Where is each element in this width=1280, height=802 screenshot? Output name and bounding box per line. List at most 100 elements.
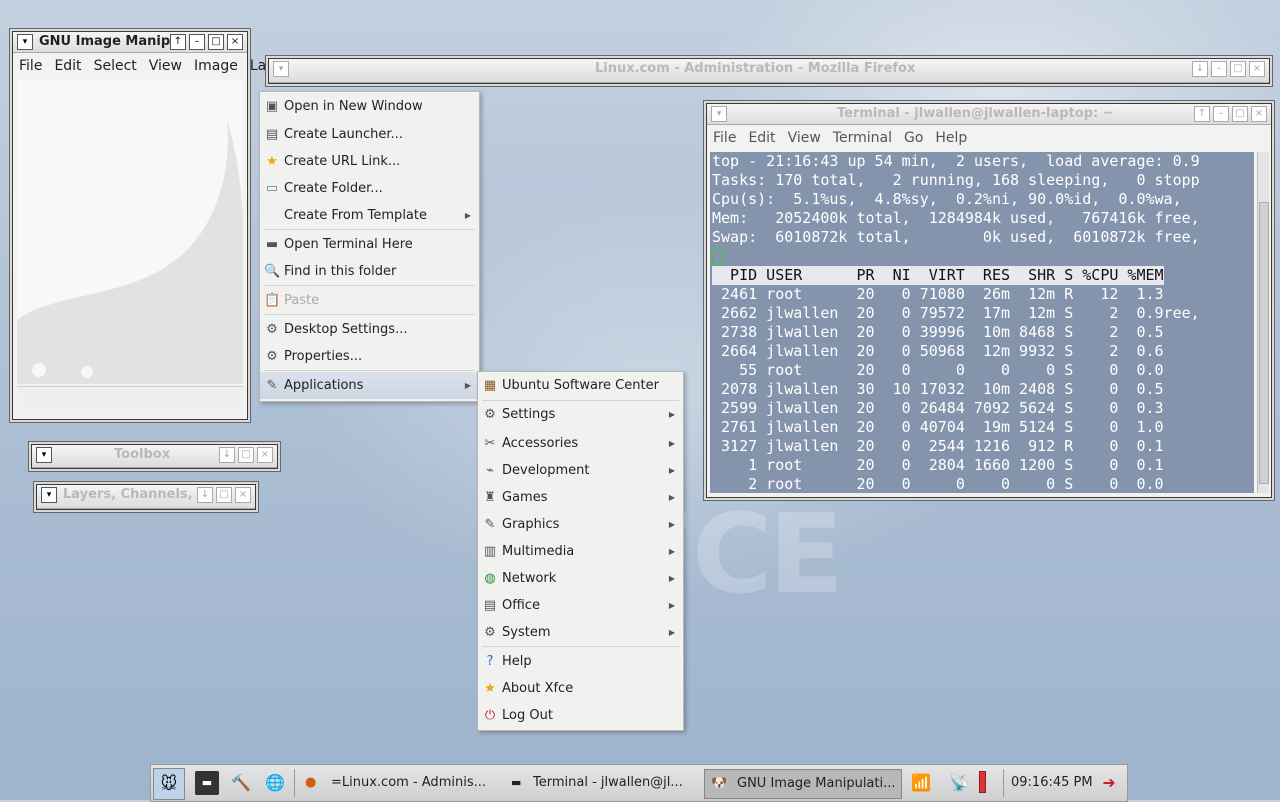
minimize-button[interactable]: –	[189, 34, 205, 50]
network-icon: ◍	[484, 571, 496, 586]
desktop-menu-item-open-in-new-window[interactable]: ▣ Open in New Window	[260, 93, 479, 120]
menu-go[interactable]: Go	[898, 127, 929, 149]
terminal-screen[interactable]: top - 21:16:43 up 54 min, 2 users, load …	[710, 152, 1254, 493]
close-button[interactable]: ×	[1251, 106, 1267, 122]
maximize-button[interactable]: □	[1230, 61, 1246, 77]
gimp-titlebar[interactable]: ▾ GNU Image Manipu ↑ – □ ×	[13, 32, 247, 53]
apps-menu-item-system[interactable]: ⚙ System ▶	[478, 619, 683, 646]
panel-separator	[1003, 769, 1004, 797]
desktop-menu-item-applications[interactable]: ✎ Applications ▶	[260, 372, 479, 399]
shade-button[interactable]: ↓	[197, 487, 213, 503]
shade-button[interactable]: ↓	[219, 447, 235, 463]
close-button[interactable]: ×	[1249, 61, 1265, 77]
menu-terminal[interactable]: Terminal	[827, 127, 898, 149]
shade-button[interactable]: ↓	[1192, 61, 1208, 77]
apps-menu-item-network[interactable]: ◍ Network ▶	[478, 565, 683, 592]
apps-menu-item-development[interactable]: ⌁ Development ▶	[478, 457, 683, 484]
menu-edit[interactable]: Edit	[48, 56, 87, 76]
wifi-icon[interactable]: 📶	[909, 771, 933, 795]
apps-menu-item-settings[interactable]: ⚙ Settings ▶	[478, 401, 683, 428]
menu-item-label: Network	[502, 571, 557, 586]
task-firefox[interactable]: ● =Linux.com - Adminis...	[301, 769, 497, 797]
apps-menu-item-ubuntu-software-center[interactable]: ▦ Ubuntu Software Center	[478, 372, 683, 399]
menu-select[interactable]: Select	[88, 56, 143, 76]
menu-item-label: Settings	[502, 407, 556, 422]
toolbox-titlebar[interactable]: ▾ Toolbox ↓ □ ×	[32, 445, 277, 468]
task-gimp[interactable]: 🐶 GNU Image Manipulati...	[704, 769, 902, 799]
desktop-menu-item-create-folder[interactable]: ▭ Create Folder...	[260, 175, 479, 202]
network-antenna-icon[interactable]: 📡	[947, 771, 971, 795]
desktop-menu-item-create-launcher[interactable]: ▤ Create Launcher...	[260, 121, 479, 148]
maximize-button[interactable]: □	[208, 34, 224, 50]
process-row: 2461 root 20 0 71080 26m 12m R 12 1.3	[712, 285, 1164, 303]
window-menu-button[interactable]: ▾	[41, 487, 57, 503]
scrollbar-thumb[interactable]	[1259, 202, 1269, 484]
browser-launcher-icon[interactable]: 🌐	[263, 771, 287, 795]
maximize-button[interactable]: □	[1232, 106, 1248, 122]
apps-menu-item-about-xfce[interactable]: ★ About Xfce	[478, 675, 683, 702]
apps-menu-item-games[interactable]: ♜ Games ▶	[478, 484, 683, 511]
swap-line: Swap: 6010872k total, 0k used, 6010872k …	[712, 228, 1200, 246]
logout-icon: ⏻	[484, 708, 496, 723]
desktop-menu-item-create-url-link[interactable]: ★ Create URL Link...	[260, 148, 479, 175]
terminal-scrollbar[interactable]	[1257, 152, 1269, 493]
menu-edit[interactable]: Edit	[742, 127, 781, 149]
gimp-canvas[interactable]	[17, 80, 243, 384]
apps-menu-item-help[interactable]: ? Help	[478, 648, 683, 675]
menu-item-label: Create From Template	[284, 208, 427, 223]
toolbox-window: ▾ Toolbox ↓ □ ×	[31, 444, 278, 469]
firefox-window: ▾ Linux.com - Administration - Mozilla F…	[268, 58, 1270, 84]
gimp-icon: 🐶	[711, 776, 728, 791]
maximize-button[interactable]: □	[238, 447, 254, 463]
desktop-menu-item-paste[interactable]: 📋 Paste	[260, 287, 479, 314]
menu-view[interactable]: View	[782, 127, 827, 149]
menu-image[interactable]: Image	[188, 56, 244, 76]
menu-help[interactable]: Help	[929, 127, 973, 149]
office-icon: ▤	[483, 598, 497, 613]
window-menu-button[interactable]: ▾	[17, 34, 33, 50]
apps-menu-item-office[interactable]: ▤ Office ▶	[478, 592, 683, 619]
menu-item-label: Office	[502, 598, 540, 613]
task-terminal[interactable]: ▬ Terminal - jlwallen@jl...	[503, 769, 699, 797]
window-menu-button[interactable]: ▾	[711, 106, 727, 122]
firefox-titlebar[interactable]: ▾ Linux.com - Administration - Mozilla F…	[269, 59, 1269, 83]
minimize-button[interactable]: –	[1213, 106, 1229, 122]
terminal-titlebar[interactable]: ▾ Terminal - jlwallen@jlwallen-laptop: ~…	[707, 104, 1271, 125]
battery-icon[interactable]	[977, 771, 987, 795]
paintbrush-launcher-icon[interactable]: 🔨	[229, 771, 253, 795]
apps-menu-item-multimedia[interactable]: ▥ Multimedia ▶	[478, 538, 683, 565]
xfce-mouse-icon[interactable]: 🐭	[153, 768, 185, 800]
desktop-menu-item-find-in-this-folder[interactable]: 🔍 Find in this folder	[260, 258, 479, 285]
clock[interactable]: 09:16:45 PM	[1011, 765, 1093, 801]
window-menu-button[interactable]: ▾	[273, 61, 289, 77]
settings-icon: ⚙	[266, 322, 278, 337]
mem-line: Mem: 2052400k total, 1284984k used, 7674…	[712, 209, 1200, 227]
menu-file[interactable]: File	[13, 56, 48, 76]
close-button[interactable]: ×	[257, 447, 273, 463]
apps-menu-item-accessories[interactable]: ✂ Accessories ▶	[478, 430, 683, 457]
submenu-arrow-icon: ▶	[668, 466, 675, 475]
close-button[interactable]: ×	[227, 34, 243, 50]
window-menu-button[interactable]: ▾	[36, 447, 52, 463]
layers-titlebar[interactable]: ▾ Layers, Channels, P ↓ □ ×	[37, 485, 255, 509]
system-icon: ⚙	[484, 625, 496, 640]
menu-file[interactable]: File	[707, 127, 742, 149]
desktop-menu-item-properties[interactable]: ⚙ Properties...	[260, 343, 479, 370]
close-button[interactable]: ×	[235, 487, 251, 503]
logout-icon[interactable]: ➜	[1097, 771, 1121, 795]
desktop-menu-item-create-from-template[interactable]: Create From Template ▶	[260, 202, 479, 229]
apps-menu-item-graphics[interactable]: ✎ Graphics ▶	[478, 511, 683, 538]
raise-button[interactable]: ↑	[170, 34, 186, 50]
menu-separator	[264, 314, 475, 315]
maximize-button[interactable]: □	[216, 487, 232, 503]
menu-item-label: Development	[502, 463, 590, 478]
menu-item-label: Desktop Settings...	[284, 322, 408, 337]
menu-view[interactable]: View	[143, 56, 188, 76]
apps-menu-item-log-out[interactable]: ⏻ Log Out	[478, 702, 683, 729]
desktop-menu-item-desktop-settings[interactable]: ⚙ Desktop Settings...	[260, 316, 479, 343]
terminal-launcher-icon[interactable]: ▬	[195, 771, 219, 795]
desktop-menu-item-open-terminal-here[interactable]: ▬ Open Terminal Here	[260, 231, 479, 258]
menu-item-label: About Xfce	[502, 681, 574, 696]
raise-button[interactable]: ↑	[1194, 106, 1210, 122]
minimize-button[interactable]: –	[1211, 61, 1227, 77]
